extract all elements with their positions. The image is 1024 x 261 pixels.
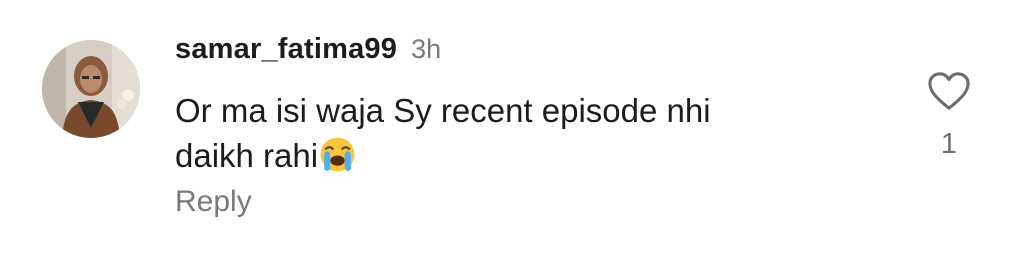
loudly-crying-face-emoji <box>320 137 355 172</box>
avatar-image <box>42 40 140 138</box>
comment-text: Or ma isi waja Sy recent episode nhi dai… <box>175 92 711 174</box>
avatar[interactable] <box>42 40 140 138</box>
username-link[interactable]: samar_fatima99 <box>175 33 397 66</box>
comment-item: samar_fatima99 3h Or ma isi waja Sy rece… <box>0 0 1024 261</box>
like-count: 1 <box>940 128 958 160</box>
comment-body: Or ma isi waja Sy recent episode nhi dai… <box>175 88 895 178</box>
timestamp: 3h <box>411 34 442 64</box>
reply-button[interactable]: Reply <box>175 185 252 219</box>
heart-outline-icon[interactable] <box>926 70 972 112</box>
like-control: 1 <box>922 70 976 170</box>
comment-header: samar_fatima99 3h <box>175 33 441 73</box>
